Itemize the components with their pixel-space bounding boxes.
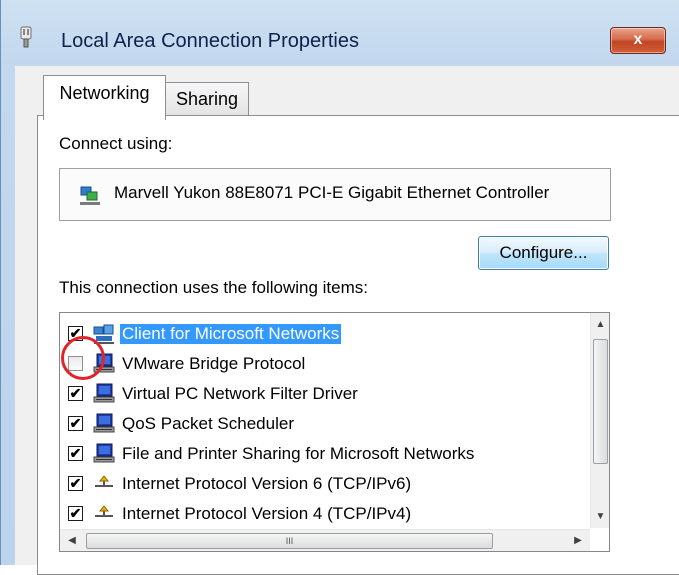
network-connection-icon xyxy=(20,26,32,48)
network-adapter-icon xyxy=(80,186,100,205)
protocol-icon xyxy=(95,475,113,487)
networking-panel: Connect using: Marvell Yukon 88E8071 PCI… xyxy=(37,115,679,575)
item-label: Virtual PC Network Filter Driver xyxy=(122,384,358,403)
window-title: Local Area Connection Properties xyxy=(61,30,359,52)
scroll-right-arrow-icon[interactable]: ▶ xyxy=(568,530,588,551)
dialog-client-area: Networking Sharing Connect using: Marvel… xyxy=(15,66,679,575)
item-checkbox[interactable]: ✔ xyxy=(68,476,83,491)
horizontal-scroll-thumb[interactable]: III xyxy=(86,533,493,549)
list-item[interactable]: ✔ File and Printer Sharing for Microsoft… xyxy=(60,439,580,469)
list-item[interactable]: ✔ Client for Microsoft Networks xyxy=(60,319,580,349)
connect-using-label: Connect using: xyxy=(59,134,173,153)
vertical-scrollbar[interactable]: ▲ ▼ xyxy=(590,313,609,528)
items-list[interactable]: ✔ Client for Microsoft Networks VMware B… xyxy=(59,312,610,552)
scroll-up-arrow-icon[interactable]: ▲ xyxy=(591,315,609,334)
items-label: This connection uses the following items… xyxy=(59,278,368,297)
scroll-down-arrow-icon[interactable]: ▼ xyxy=(591,507,609,526)
network-service-icon xyxy=(93,413,115,433)
item-label: File and Printer Sharing for Microsoft N… xyxy=(122,444,475,463)
item-label: VMware Bridge Protocol xyxy=(122,354,306,373)
list-item[interactable]: ✔ Virtual PC Network Filter Driver xyxy=(60,379,580,409)
configure-button[interactable]: Configure... xyxy=(478,236,609,270)
list-item[interactable]: ✔ Internet Protocol Version 4 (TCP/IPv4) xyxy=(60,499,580,529)
item-checkbox[interactable]: ✔ xyxy=(68,416,83,431)
title-bar[interactable]: Local Area Connection Properties x xyxy=(1,0,679,68)
network-service-icon xyxy=(93,383,115,403)
scroll-left-arrow-icon[interactable]: ◀ xyxy=(62,530,82,551)
horizontal-scrollbar[interactable]: ◀ III ▶ xyxy=(60,529,590,551)
list-item[interactable]: ✔ QoS Packet Scheduler xyxy=(60,409,580,439)
network-service-icon xyxy=(93,443,115,463)
item-label: Client for Microsoft Networks xyxy=(120,324,342,344)
item-checkbox[interactable]: ✔ xyxy=(68,506,83,521)
adapter-name: Marvell Yukon 88E8071 PCI-E Gigabit Ethe… xyxy=(114,183,550,202)
list-item[interactable]: VMware Bridge Protocol xyxy=(60,349,580,379)
close-button[interactable]: x xyxy=(610,27,666,54)
item-label: QoS Packet Scheduler xyxy=(122,414,294,433)
item-checkbox[interactable]: ✔ xyxy=(68,386,83,401)
tab-networking[interactable]: Networking xyxy=(43,75,166,120)
list-item[interactable]: ✔ Internet Protocol Version 6 (TCP/IPv6) xyxy=(60,469,580,499)
tab-sharing[interactable]: Sharing xyxy=(166,82,249,116)
adapter-field: Marvell Yukon 88E8071 PCI-E Gigabit Ethe… xyxy=(59,168,611,221)
item-label: Internet Protocol Version 4 (TCP/IPv4) xyxy=(122,504,412,523)
protocol-icon xyxy=(95,505,113,517)
properties-dialog: Local Area Connection Properties x Netwo… xyxy=(0,0,679,575)
red-annotation-circle xyxy=(61,336,105,380)
vertical-scroll-thumb[interactable] xyxy=(593,339,608,464)
item-checkbox[interactable]: ✔ xyxy=(68,446,83,461)
item-label: Internet Protocol Version 6 (TCP/IPv6) xyxy=(122,474,412,493)
